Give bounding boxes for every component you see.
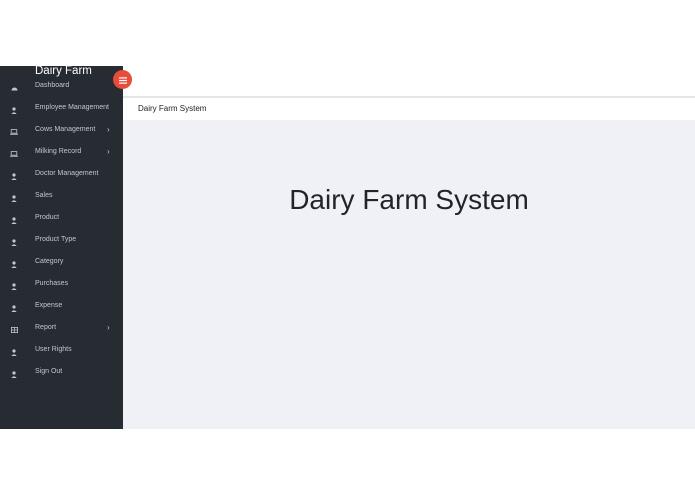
laptop-icon xyxy=(10,150,18,158)
sidebar-item-cows-management[interactable]: Cows Management › xyxy=(0,121,123,143)
hamburger-icon xyxy=(118,71,127,89)
sidebar-item-sales[interactable]: Sales xyxy=(0,187,123,209)
sidebar-item-label: Product xyxy=(35,214,60,221)
sidebar-item-label: Doctor Management xyxy=(35,170,99,177)
sidebar-item-label: Expense xyxy=(35,302,63,309)
sidebar-item-doctor-management[interactable]: Doctor Management xyxy=(0,165,123,187)
sidebar-item-label: Cows Management xyxy=(35,126,96,133)
user-icon xyxy=(10,282,18,290)
page-title: Dairy Farm System xyxy=(289,184,529,215)
user-icon xyxy=(10,194,18,202)
user-icon xyxy=(10,238,18,246)
chevron-right-icon: › xyxy=(107,125,110,134)
sidebar-item-label: Sign Out xyxy=(35,368,63,375)
breadcrumb-bar: Dairy Farm System xyxy=(123,98,695,120)
sidebar-item-label: Product Type xyxy=(35,236,77,243)
sidebar-item-label: Milking Record xyxy=(35,148,82,155)
sidebar-item-sign-out[interactable]: Sign Out xyxy=(0,363,123,385)
sidebar-item-label: Employee Management xyxy=(35,104,109,111)
user-icon xyxy=(10,348,18,356)
main-content: Dairy Farm System xyxy=(123,120,695,429)
sidebar-item-milking-record[interactable]: Milking Record › xyxy=(0,143,123,165)
chevron-right-icon: › xyxy=(107,147,110,156)
user-icon xyxy=(10,370,18,378)
table-icon xyxy=(10,326,18,334)
user-icon xyxy=(10,304,18,312)
laptop-icon xyxy=(10,128,18,136)
user-icon xyxy=(10,216,18,224)
user-icon xyxy=(10,106,18,114)
dashboard-icon xyxy=(10,84,18,92)
sidebar-item-product-type[interactable]: Product Type xyxy=(0,231,123,253)
sidebar-item-label: Report xyxy=(35,324,57,331)
sidebar-item-label: Purchases xyxy=(35,280,69,287)
chevron-right-icon: › xyxy=(107,323,110,332)
sidebar-item-dashboard[interactable]: Dashboard xyxy=(0,77,123,99)
menu-toggle-button[interactable] xyxy=(113,70,132,89)
sidebar-item-category[interactable]: Category xyxy=(0,253,123,275)
sidebar-item-report[interactable]: Report › xyxy=(0,319,123,341)
sidebar-item-label: Dashboard xyxy=(35,82,70,89)
user-icon xyxy=(10,260,18,268)
app-container: Dairy Farm Dashboard Employee Management… xyxy=(0,65,695,429)
brand-title: Dairy Farm xyxy=(35,65,92,77)
sidebar-menu: Dashboard Employee Management Cows Manag… xyxy=(0,77,123,385)
sidebar-item-user-rights[interactable]: User Rights xyxy=(0,341,123,363)
breadcrumb: Dairy Farm System xyxy=(138,104,207,113)
user-icon xyxy=(10,172,18,180)
sidebar-item-expense[interactable]: Expense xyxy=(0,297,123,319)
sidebar-item-employee-management[interactable]: Employee Management xyxy=(0,99,123,121)
sidebar-item-label: Sales xyxy=(35,192,53,199)
sidebar-item-purchases[interactable]: Purchases xyxy=(0,275,123,297)
sidebar-item-label: Category xyxy=(35,258,64,265)
top-header xyxy=(123,66,695,98)
sidebar: Dairy Farm Dashboard Employee Management… xyxy=(0,65,123,429)
sidebar-item-label: User Rights xyxy=(35,346,72,353)
sidebar-item-product[interactable]: Product xyxy=(0,209,123,231)
